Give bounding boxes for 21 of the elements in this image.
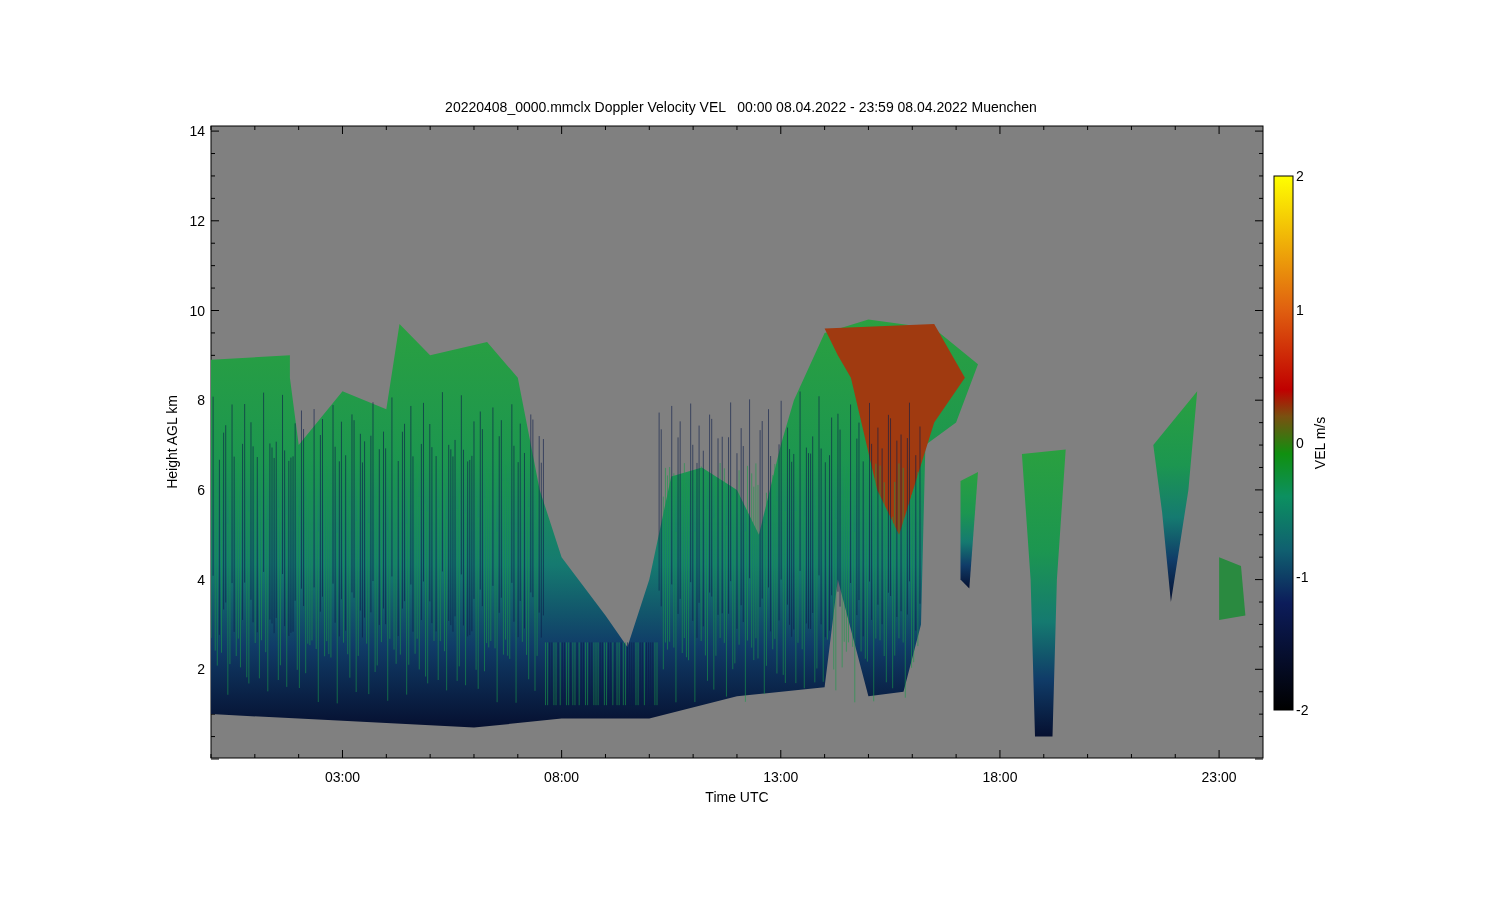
axis-title: Height AGL km bbox=[164, 395, 180, 489]
tick-label: 8 bbox=[197, 392, 205, 409]
tick-label: 10 bbox=[189, 302, 205, 319]
tick-label: 0 bbox=[1296, 435, 1304, 451]
tick-label: 23:00 bbox=[1201, 769, 1237, 785]
tick-label: 1 bbox=[1296, 301, 1304, 318]
tick-label: 2 bbox=[1296, 168, 1304, 184]
tick-label: -2 bbox=[1296, 702, 1309, 718]
tick-label: 03:00 bbox=[324, 769, 360, 785]
tick-label: 14 bbox=[189, 123, 205, 140]
tick-label: 08:00 bbox=[544, 769, 580, 785]
tick-label: 18:00 bbox=[982, 769, 1018, 785]
chart-title: 20220408_0000.mmclx Doppler Velocity VEL 00:00 08.04.2022 - 23:59 08.04.2022 Muenchen bbox=[445, 99, 1037, 115]
tick-label: -1 bbox=[1296, 568, 1309, 585]
tick-label: 2 bbox=[197, 661, 205, 678]
axis-title: Time UTC bbox=[705, 789, 769, 805]
tick-label: 6 bbox=[197, 481, 205, 498]
tick-label: 13:00 bbox=[763, 769, 799, 785]
tick-label: 4 bbox=[197, 571, 205, 588]
tick-label: 12 bbox=[189, 212, 205, 229]
axis-title: VEL m/s bbox=[1312, 416, 1328, 470]
